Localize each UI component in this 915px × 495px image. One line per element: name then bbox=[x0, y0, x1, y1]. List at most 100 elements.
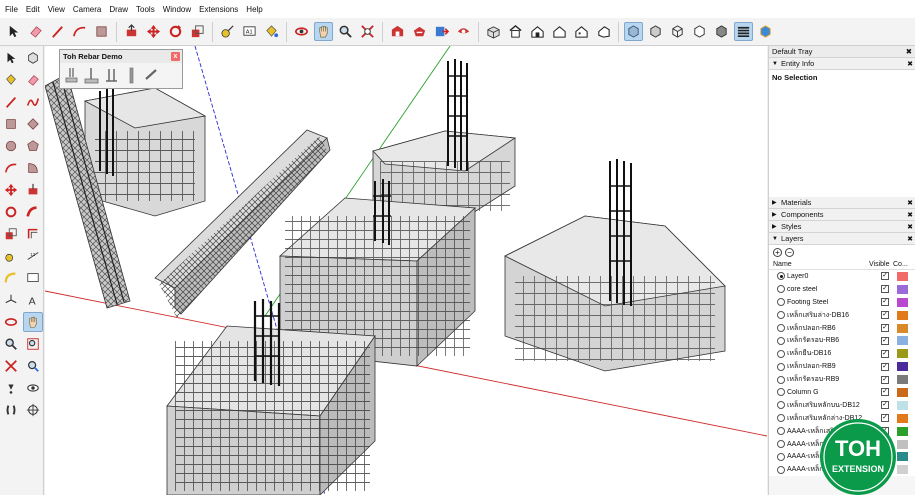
close-icon[interactable]: ✖ bbox=[907, 235, 913, 243]
layer-active-radio[interactable] bbox=[777, 349, 785, 358]
layers-header[interactable]: ▼ Layers ✖ bbox=[769, 233, 915, 245]
layer-row[interactable]: เหล็กรัดรอบ-RB6 ✓ bbox=[769, 334, 915, 348]
arc-icon[interactable] bbox=[70, 22, 89, 41]
rebar-beam-icon[interactable] bbox=[144, 67, 159, 84]
polygon-icon[interactable] bbox=[23, 136, 43, 156]
layer-name[interactable]: เหล็กปลอก-RB6 bbox=[787, 323, 871, 334]
push-pull-icon[interactable] bbox=[122, 22, 141, 41]
rebar-column-icon[interactable] bbox=[104, 67, 119, 84]
layer-visible-checkbox[interactable]: ✓ bbox=[881, 362, 889, 371]
layer-row[interactable]: เหล็กรัดรอบ-RB9 ✓ bbox=[769, 373, 915, 387]
layer-active-radio[interactable] bbox=[777, 440, 785, 449]
layer-color-swatch[interactable] bbox=[897, 362, 908, 372]
layer-row[interactable]: เหล็กปลอก-RB9 ✓ bbox=[769, 360, 915, 374]
paint-bucket-icon[interactable] bbox=[262, 22, 281, 41]
layer-color-swatch[interactable] bbox=[897, 465, 908, 475]
front-view-icon[interactable] bbox=[528, 22, 547, 41]
axes-icon[interactable] bbox=[1, 290, 21, 310]
layer-visible-checkbox[interactable]: ✓ bbox=[881, 375, 889, 384]
layer-name[interactable]: core steel bbox=[787, 286, 871, 293]
layer-active-radio[interactable] bbox=[777, 285, 785, 294]
layer-active-radio[interactable] bbox=[777, 465, 785, 474]
select-icon[interactable] bbox=[4, 22, 23, 41]
push-pull-icon[interactable] bbox=[23, 180, 43, 200]
shaded-icon[interactable] bbox=[712, 22, 731, 41]
layer-active-radio[interactable] bbox=[777, 311, 785, 320]
extension-warehouse-icon[interactable] bbox=[410, 22, 429, 41]
select-icon[interactable] bbox=[1, 48, 21, 68]
layer-visible-checkbox[interactable]: ✓ bbox=[881, 298, 889, 307]
layer-name[interactable]: Layer0 bbox=[787, 273, 871, 280]
layer-name[interactable]: เหล็กรัดรอบ-RB6 bbox=[787, 335, 871, 346]
materials-header[interactable]: ▶ Materials ✖ bbox=[769, 197, 915, 209]
position-camera-icon[interactable] bbox=[1, 378, 21, 398]
menu-tools[interactable]: Tools bbox=[133, 5, 160, 14]
close-icon[interactable]: ✖ bbox=[907, 60, 913, 68]
layer-color-swatch[interactable] bbox=[897, 323, 908, 333]
wireframe-icon[interactable] bbox=[668, 22, 687, 41]
layer-active-radio[interactable] bbox=[777, 401, 785, 410]
layer-color-swatch[interactable] bbox=[897, 349, 908, 359]
layer-visible-checkbox[interactable]: ✓ bbox=[881, 388, 889, 397]
layer-color-swatch[interactable] bbox=[897, 413, 908, 423]
delete-layer-icon[interactable]: − bbox=[785, 247, 794, 257]
right-view-icon[interactable] bbox=[550, 22, 569, 41]
move-icon[interactable] bbox=[1, 180, 21, 200]
layer-name[interactable]: Column G bbox=[787, 389, 871, 396]
line-icon[interactable] bbox=[48, 22, 67, 41]
layer-visible-checkbox[interactable]: ✓ bbox=[881, 349, 889, 358]
layer-color-swatch[interactable] bbox=[897, 439, 908, 449]
layer-name[interactable]: เหล็กรัดรอบ-RB9 bbox=[787, 374, 871, 385]
line-icon[interactable] bbox=[1, 92, 21, 112]
layer-active-radio[interactable] bbox=[777, 336, 785, 345]
menu-view[interactable]: View bbox=[45, 5, 70, 14]
layer-name[interactable]: เหล็กยืน-DB16 bbox=[787, 348, 871, 359]
zoom-extents-icon[interactable] bbox=[358, 22, 377, 41]
previous-view-icon[interactable] bbox=[23, 356, 43, 376]
monochrome-icon[interactable] bbox=[756, 22, 775, 41]
extension-manager-icon[interactable] bbox=[454, 22, 473, 41]
layer-row[interactable]: เหล็กยืน-DB16 ✓ bbox=[769, 347, 915, 361]
layer-active-radio[interactable] bbox=[777, 414, 785, 423]
section-plane-icon[interactable] bbox=[23, 400, 43, 420]
orbit-icon[interactable] bbox=[1, 312, 21, 332]
left-view-icon[interactable] bbox=[594, 22, 613, 41]
rectangle-icon[interactable] bbox=[92, 22, 111, 41]
zoom-icon[interactable] bbox=[336, 22, 355, 41]
menu-file[interactable]: File bbox=[2, 5, 23, 14]
layer-color-swatch[interactable] bbox=[897, 452, 908, 462]
eraser-icon[interactable] bbox=[26, 22, 45, 41]
protractor-icon[interactable] bbox=[1, 268, 21, 288]
close-icon[interactable]: x bbox=[171, 52, 180, 61]
3d-text-icon[interactable]: A bbox=[23, 290, 43, 310]
layer-name[interactable]: เหล็กเสริมหลักบน-DB12 bbox=[787, 400, 871, 411]
layer-row[interactable]: Footing Steel ✓ bbox=[769, 295, 915, 309]
menu-edit[interactable]: Edit bbox=[23, 5, 45, 14]
layer-name[interactable]: Footing Steel bbox=[787, 299, 871, 306]
eraser-icon[interactable] bbox=[23, 70, 43, 90]
arc-icon[interactable] bbox=[1, 158, 21, 178]
text-icon[interactable] bbox=[23, 268, 43, 288]
rotate-icon[interactable] bbox=[166, 22, 185, 41]
back-view-icon[interactable] bbox=[572, 22, 591, 41]
layer-color-swatch[interactable] bbox=[897, 336, 908, 346]
rebar-footing-icon[interactable] bbox=[64, 67, 79, 84]
scale-icon[interactable] bbox=[188, 22, 207, 41]
dimension-icon[interactable]: 12 bbox=[23, 246, 43, 266]
layer-color-swatch[interactable] bbox=[897, 310, 908, 320]
warehouse-icon[interactable] bbox=[388, 22, 407, 41]
layer-visible-checkbox[interactable]: ✓ bbox=[881, 401, 889, 410]
layer-active-radio[interactable] bbox=[777, 427, 785, 436]
model-viewport[interactable]: Toh Rebar Demo x bbox=[45, 46, 767, 495]
layer-color-swatch[interactable] bbox=[897, 284, 908, 294]
layer-visible-checkbox[interactable]: ✓ bbox=[881, 272, 889, 281]
look-around-icon[interactable] bbox=[23, 378, 43, 398]
iso-view-icon[interactable] bbox=[484, 22, 503, 41]
layer-active-radio[interactable] bbox=[777, 298, 785, 307]
tape-measure-icon[interactable] bbox=[1, 246, 21, 266]
layer-row[interactable]: เหล็กปลอก-RB6 ✓ bbox=[769, 321, 915, 335]
layer-visible-checkbox[interactable]: ✓ bbox=[881, 336, 889, 345]
layer-active-radio[interactable] bbox=[777, 362, 785, 371]
rotated-rectangle-icon[interactable] bbox=[23, 114, 43, 134]
text-icon[interactable]: A1 bbox=[240, 22, 259, 41]
